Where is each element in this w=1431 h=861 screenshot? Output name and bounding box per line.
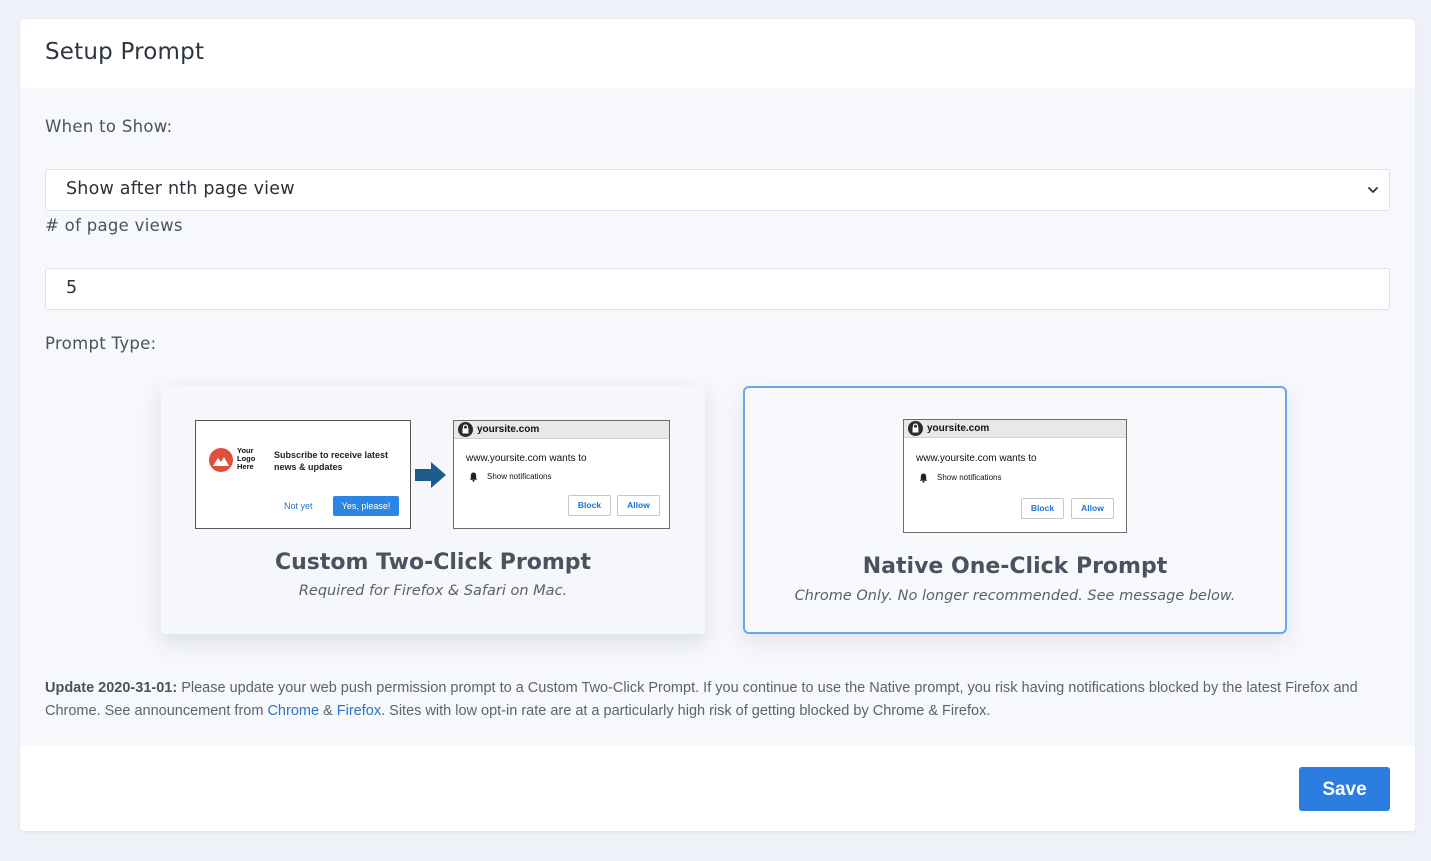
not-yet-button: Not yet	[284, 501, 313, 511]
when-to-show-label: When to Show:	[45, 117, 173, 136]
bell-icon	[919, 473, 928, 483]
setup-prompt-panel: Setup Prompt When to Show: Show after nt…	[20, 19, 1415, 831]
block-button: Block	[1021, 498, 1064, 519]
show-notifications-text: Show notifications	[487, 472, 552, 481]
prompt-type-label: Prompt Type:	[45, 334, 157, 353]
wants-to-text: www.yoursite.com wants to	[916, 453, 1037, 464]
native-prompt-preview: yoursite.com www.yoursite.com wants to S…	[453, 420, 670, 529]
page-views-label: # of page views	[45, 216, 183, 235]
native-one-click-card[interactable]: yoursite.com www.yoursite.com wants to S…	[743, 386, 1287, 634]
allow-button: Allow	[1071, 498, 1114, 519]
firefox-link[interactable]: Firefox	[337, 703, 381, 719]
custom-two-click-card[interactable]: Your Logo Here Subscribe to receive late…	[161, 386, 705, 634]
yes-please-button: Yes, please!	[333, 496, 399, 516]
custom-card-subtitle: Required for Firefox & Safari on Mac.	[298, 583, 568, 599]
wants-to-text: www.yoursite.com wants to	[466, 453, 587, 464]
arrow-right-icon	[415, 462, 446, 488]
update-notice: Update 2020-31-01: Please update your we…	[45, 677, 1400, 723]
lock-icon	[908, 421, 923, 436]
page-title: Setup Prompt	[45, 39, 205, 65]
browser-bar: yoursite.com	[454, 421, 669, 439]
browser-bar: yoursite.com	[904, 420, 1126, 438]
lock-icon	[458, 422, 473, 437]
show-notifications-text: Show notifications	[937, 473, 1002, 482]
ampersand-text: &	[319, 703, 337, 719]
save-button[interactable]: Save	[1299, 767, 1390, 811]
site-name: yoursite.com	[927, 423, 990, 434]
update-notice-date: Update 2020-31-01:	[45, 680, 178, 696]
panel-footer: Save	[20, 746, 1415, 831]
when-to-show-select[interactable]: Show after nth page view	[45, 169, 1390, 211]
update-notice-text-end: . Sites with low opt-in rate are at a pa…	[381, 703, 991, 719]
page-views-input[interactable]: 5	[45, 268, 1390, 310]
native-card-title: Native One-Click Prompt	[862, 554, 1168, 579]
chrome-link[interactable]: Chrome	[267, 703, 319, 719]
when-to-show-value: Show after nth page view	[66, 179, 295, 199]
native-prompt-preview-2: yoursite.com www.yoursite.com wants to S…	[903, 419, 1127, 533]
chevron-down-icon	[1368, 187, 1378, 193]
custom-prompt-preview: Your Logo Here Subscribe to receive late…	[195, 420, 411, 529]
logo-text: Your Logo Here	[237, 446, 256, 471]
panel-body: When to Show: Show after nth page view #…	[20, 88, 1415, 746]
custom-card-title: Custom Two-Click Prompt	[274, 550, 592, 575]
native-card-subtitle: Chrome Only. No longer recommended. See …	[794, 588, 1236, 604]
bell-icon	[469, 472, 478, 482]
page-views-value: 5	[66, 278, 78, 298]
site-name: yoursite.com	[477, 424, 540, 435]
logo-icon	[209, 448, 233, 472]
allow-button: Allow	[617, 495, 660, 516]
block-button: Block	[568, 495, 611, 516]
panel-header: Setup Prompt	[20, 19, 1415, 88]
subscribe-text: Subscribe to receive latest news & updat…	[274, 450, 389, 472]
